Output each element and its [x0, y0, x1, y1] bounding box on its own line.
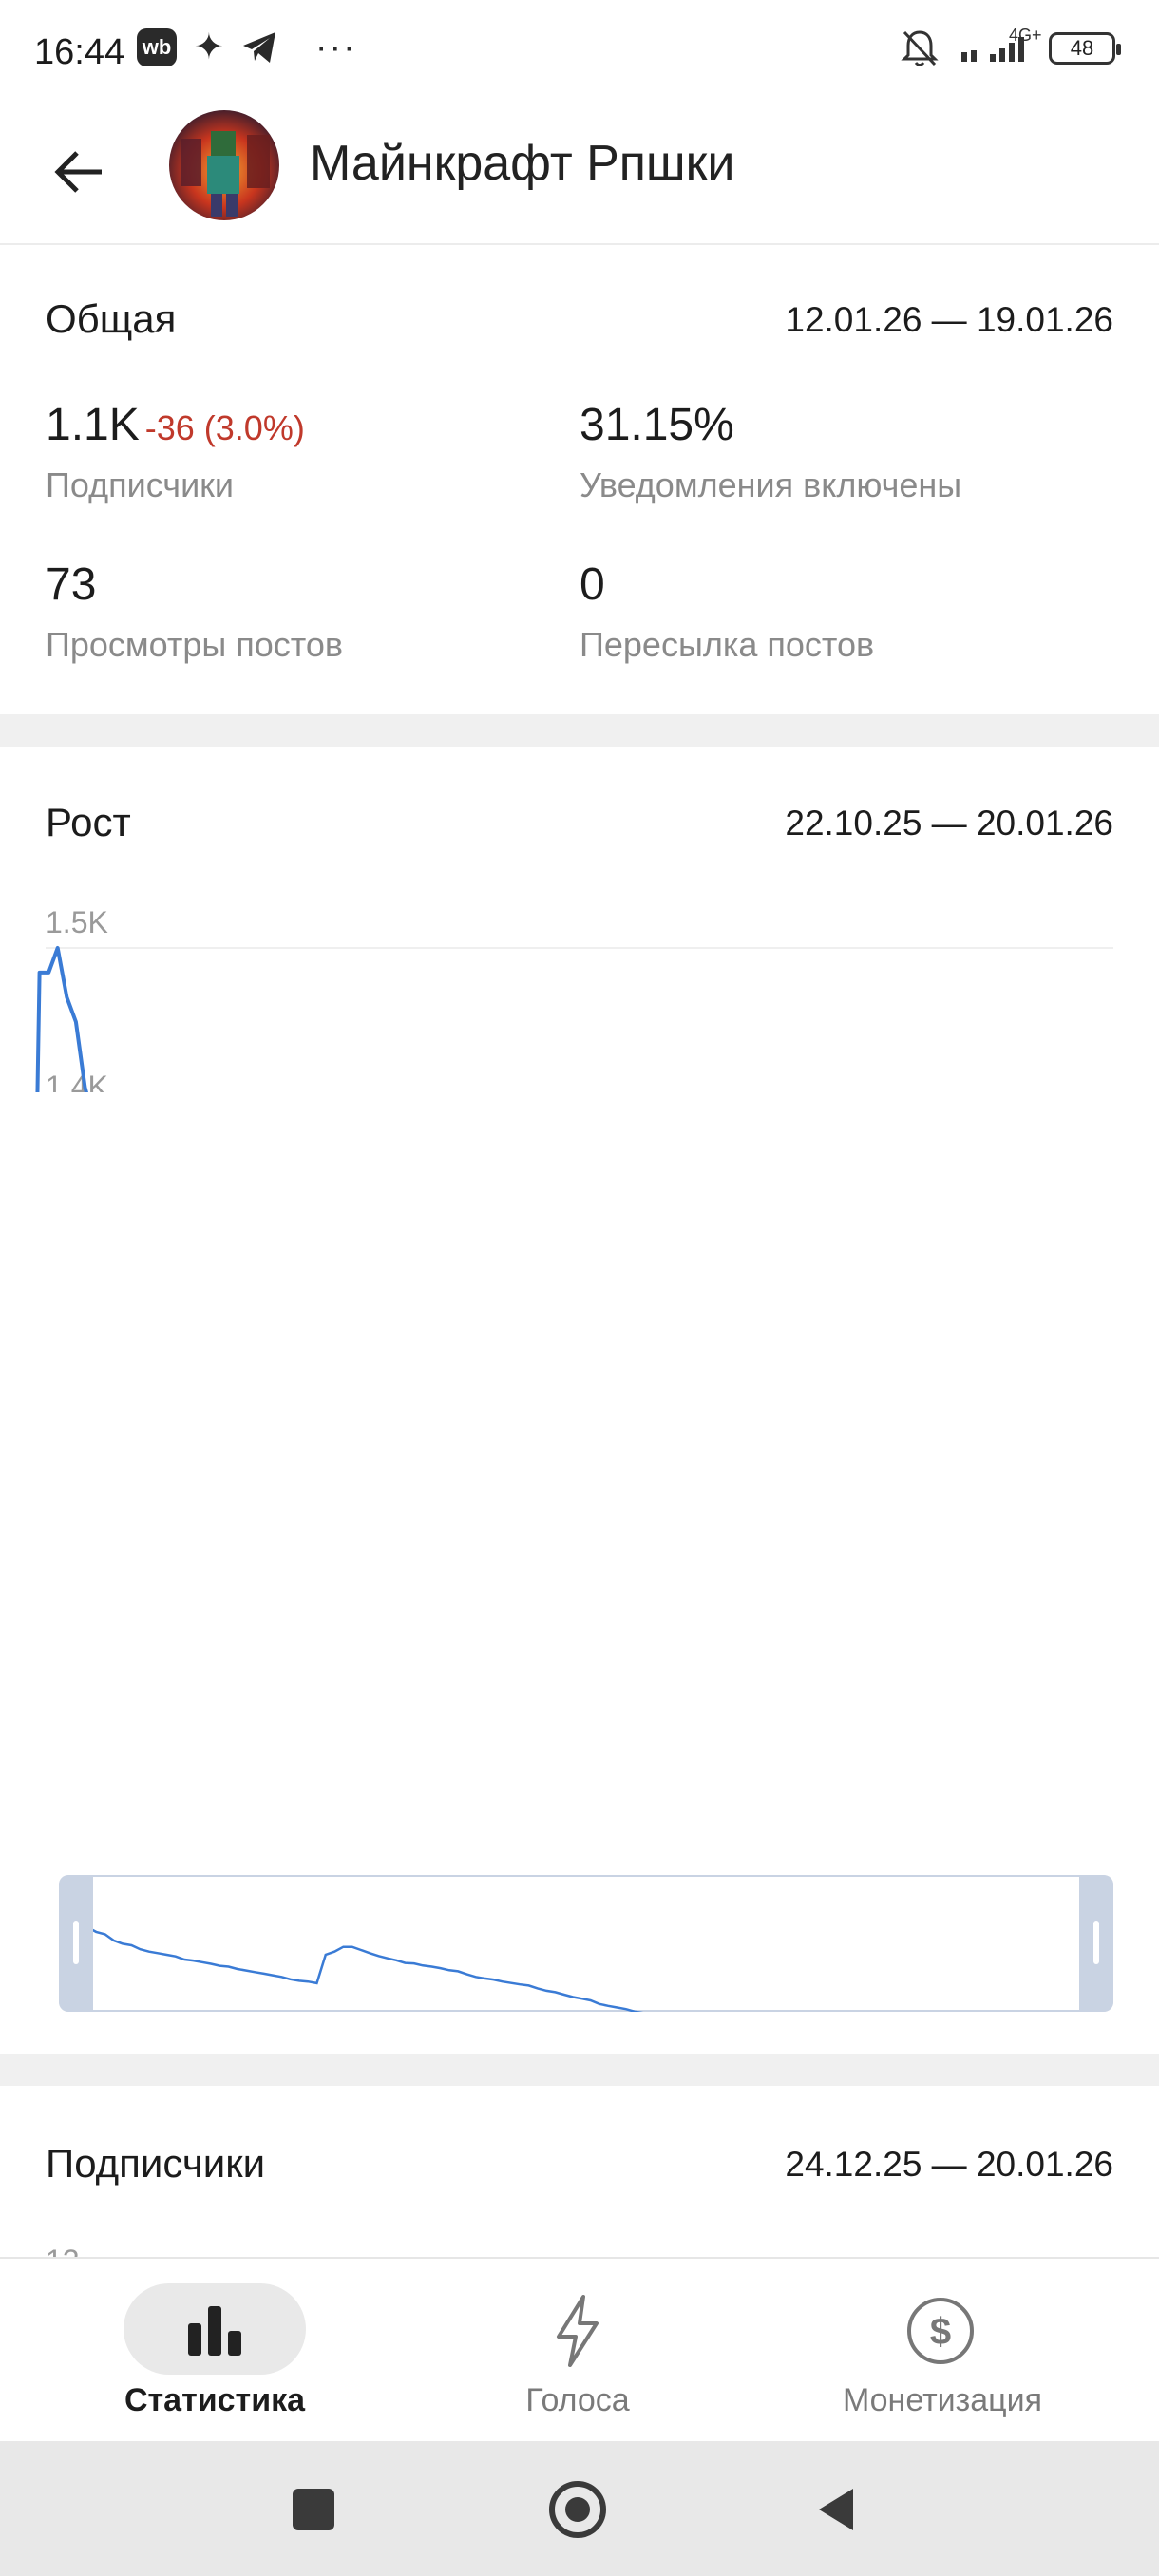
growth-series-line — [35, 946, 88, 1092]
range-handle-right[interactable] — [1079, 1875, 1113, 2012]
stat-shares-value: 0 — [580, 559, 605, 610]
range-selector[interactable] — [59, 1875, 1113, 2085]
overview-title: Общая — [46, 296, 177, 341]
bell-muted-icon — [901, 30, 939, 66]
network-type: 4G+ — [1009, 26, 1042, 45]
more-dots-icon: ··· — [314, 28, 357, 67]
growth-range: 22.10.25 — 20.01.26 — [785, 804, 1113, 843]
stat-views-label: Просмотры постов — [46, 625, 344, 664]
nav-label-votes: Голоса — [525, 2382, 630, 2418]
bottom-navigation: Статистика Голоса $ Монетизация — [0, 2257, 1159, 2441]
sparkle-icon: ✦ — [194, 28, 224, 67]
section-divider — [0, 2054, 1159, 2086]
channel-avatar[interactable] — [169, 110, 279, 220]
arrow-back-icon — [54, 151, 102, 193]
battery-level: 48 — [1070, 36, 1094, 60]
stat-shares-label: Пересылка постов — [580, 625, 875, 664]
lightning-icon — [557, 2295, 598, 2367]
signal-icon: 4G+ — [956, 26, 1042, 67]
stat-subscribers-value: 1.1K -36 (3.0%) — [46, 399, 305, 451]
subscribers-title: Подписчики — [46, 2141, 266, 2186]
subscribers-chart-tick: 12 — [46, 2244, 80, 2257]
stat-notifications-value: 31.15% — [580, 400, 734, 450]
stat-subscribers-label: Подписчики — [46, 465, 235, 504]
nav-label-statistics: Статистика — [124, 2382, 306, 2418]
y-tick-label: 1.4K — [46, 1070, 108, 1092]
nav-item-monetization[interactable]: $ Монетизация — [771, 2259, 1113, 2443]
channel-title: Майнкрафт Рпшки — [310, 136, 735, 191]
growth-title: Рост — [46, 800, 131, 844]
status-icons-right: 4G+ 48 — [901, 26, 1121, 68]
back-button[interactable] — [38, 131, 120, 213]
stat-value-text: 1.1K — [46, 400, 140, 450]
svg-text:$: $ — [930, 2311, 951, 2353]
nav-item-votes[interactable]: Голоса — [407, 2259, 749, 2443]
nav-item-statistics[interactable]: Статистика — [44, 2259, 386, 2443]
home-button[interactable] — [549, 2481, 606, 2538]
y-tick-label: 1.5K — [46, 905, 108, 939]
nav-label-monetization: Монетизация — [842, 2382, 1043, 2418]
status-icons-left: wb ✦ ··· — [137, 28, 357, 66]
stat-notifications-label: Уведомления включены — [580, 465, 962, 504]
section-divider — [0, 714, 1159, 747]
battery-icon: 48 — [1049, 32, 1121, 65]
system-navigation-bar — [0, 2441, 1159, 2576]
stat-views-value: 73 — [46, 559, 97, 610]
dollar-circle-icon: $ — [907, 2298, 974, 2364]
subscribers-range: 24.12.25 — 20.01.26 — [785, 2145, 1113, 2184]
bar-chart-icon — [188, 2306, 241, 2356]
recents-button[interactable] — [293, 2489, 334, 2530]
telegram-icon — [242, 32, 276, 63]
status-time: 16:44 — [34, 32, 125, 72]
navigator-chart — [59, 1875, 1113, 2085]
overview-range: 12.01.26 — 19.01.26 — [785, 300, 1113, 339]
navigator-frame — [59, 1875, 1113, 2012]
app-bar: Майнкрафт Рпшки — [0, 99, 1159, 245]
wb-icon: wb — [137, 28, 177, 66]
range-handle-left[interactable] — [59, 1875, 93, 2012]
back-nav-button[interactable] — [815, 2487, 857, 2532]
status-bar: 16:44 wb ✦ ··· 4G+ 48 — [0, 0, 1159, 99]
stat-subscribers-delta: -36 (3.0%) — [144, 408, 305, 447]
